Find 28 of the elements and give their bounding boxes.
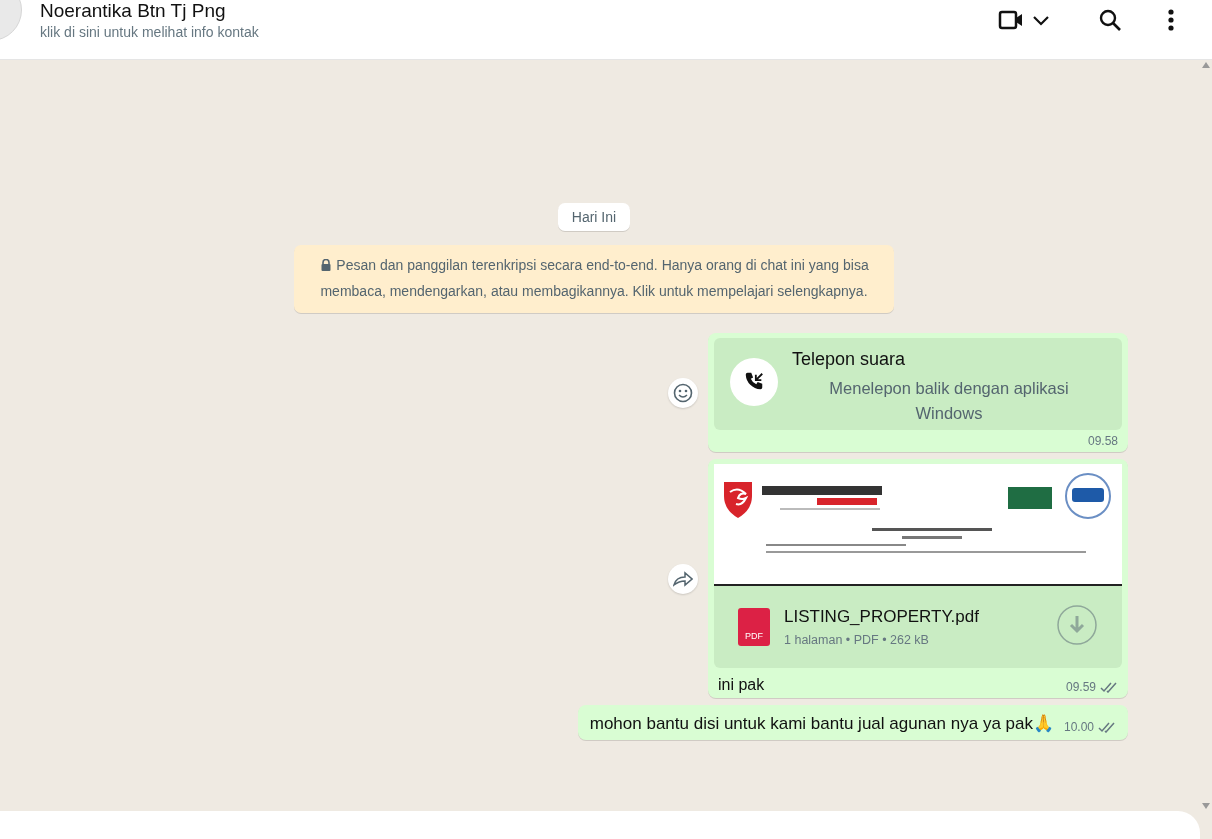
message-time: 09.59 — [1065, 680, 1096, 694]
call-subtitle: Menelepon balik dengan aplikasi Windows — [828, 378, 1070, 424]
call-card[interactable]: Telepon suara Menelepon balik dengan aplikasi Windows — [714, 338, 1122, 430]
message-caption: ini pak — [718, 676, 765, 694]
message-time: 10.00 — [1063, 720, 1094, 734]
caret-icon[interactable] — [1032, 13, 1050, 26]
menu-icon[interactable] — [1168, 8, 1174, 31]
reaction-button[interactable] — [668, 377, 698, 408]
certification-badge-drawing — [1008, 487, 1052, 509]
encryption-notice[interactable]: Pesan dan panggilan terenkripsi secara end-to-end. Hanya orang di chat ini yang bisa membaca, mendengarkan, atau membagikannya. Klik untuk mempelajari selengkapnya. — [294, 245, 894, 313]
file-name: LISTING_PROPERTY.pdf — [784, 607, 979, 627]
file-meta: 1 halaman • PDF • 262 kB — [784, 633, 930, 647]
document-preview[interactable] — [714, 464, 1122, 586]
message-text: mohon bantu disi untuk kami bantu jual agunan nya ya pak🙏 — [589, 713, 1054, 734]
emoji-icon — [673, 382, 693, 403]
contact-info-link[interactable]: klik di sini untuk melihat info kontak — [40, 23, 998, 40]
forward-button[interactable] — [668, 563, 698, 594]
search-icon[interactable] — [1098, 7, 1122, 32]
document-attachment[interactable]: PDF LISTING_PROPERTY.pdf 1 halaman • PDF • 262 kB — [714, 586, 1122, 668]
forward-icon — [673, 570, 693, 587]
contact-name[interactable]: Noerantika Btn Tj Png — [40, 0, 998, 22]
encryption-text[interactable]: Pesan dan panggilan terenkripsi secara end-to-end. Hanya orang di chat ini yang bisa membaca, mendengarkan, atau membagikannya. Klik untuk mempelajari selengkapnya. — [316, 252, 872, 304]
date-chip: Hari Ini — [557, 203, 631, 231]
video-call-icon[interactable] — [998, 9, 1024, 30]
pdf-file-icon: PDF — [738, 608, 770, 646]
message-time: 09.58 — [1087, 434, 1118, 448]
call-title: Telepon suara — [792, 348, 907, 370]
lock-icon — [321, 259, 332, 271]
